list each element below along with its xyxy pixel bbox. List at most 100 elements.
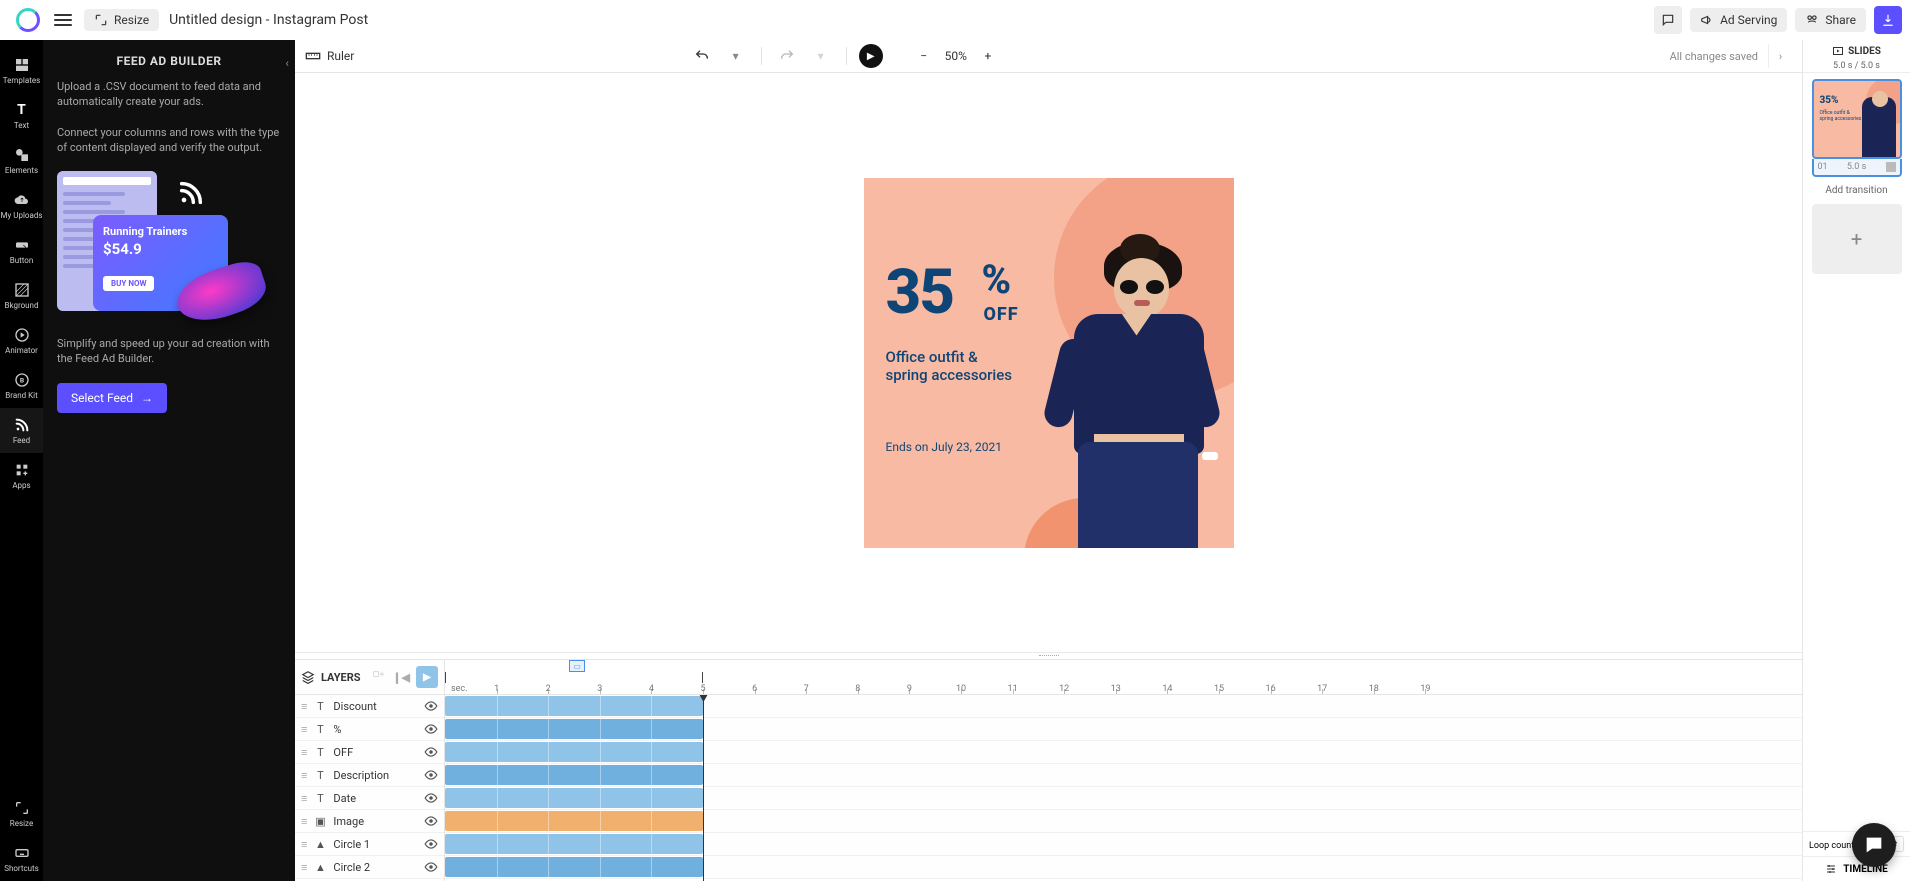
clip[interactable] — [445, 834, 703, 854]
timeline-ruler[interactable]: ▭ sec.12345678910111213141516171819 — [445, 660, 1802, 695]
tracks-area[interactable] — [445, 695, 1802, 881]
track-row[interactable] — [445, 741, 1802, 764]
visibility-toggle[interactable] — [424, 860, 438, 874]
description-text[interactable]: Office outfit & spring accessories — [886, 348, 1012, 386]
artboard[interactable]: 35 % OFF Office outfit & spring accessor… — [864, 178, 1234, 548]
nav-uploads[interactable]: My Uploads — [0, 183, 43, 228]
slide-thumb-1[interactable]: 35% Office outfit &spring accessories — [1812, 79, 1902, 159]
slide-lock-icon[interactable] — [1886, 162, 1896, 172]
nav-resize[interactable]: Resize — [0, 791, 43, 836]
play-button[interactable]: ▶ — [859, 44, 883, 68]
visibility-toggle[interactable] — [424, 791, 438, 805]
share-button[interactable]: Share — [1795, 8, 1866, 32]
app-logo[interactable] — [16, 8, 40, 32]
track-row[interactable] — [445, 787, 1802, 810]
track-row[interactable] — [445, 856, 1802, 879]
nav-templates[interactable]: Templates — [0, 48, 43, 93]
drag-handle-icon[interactable]: ≡ — [301, 792, 307, 805]
ruler-tick: 8 — [855, 684, 860, 694]
layer-row[interactable]: ≡TDescription — [295, 764, 444, 787]
nav-text[interactable]: T Text — [0, 93, 43, 138]
expand-canvas-button[interactable]: › — [1768, 44, 1792, 68]
drag-handle-icon[interactable]: ≡ — [301, 723, 307, 736]
nav-button[interactable]: Button — [0, 228, 43, 273]
redo-menu[interactable]: ▾ — [808, 43, 834, 69]
ruler-toggle[interactable]: Ruler — [305, 48, 354, 64]
redo-button[interactable] — [774, 43, 800, 69]
visibility-toggle[interactable] — [424, 722, 438, 736]
undo-menu[interactable]: ▾ — [723, 43, 749, 69]
document-title[interactable]: Untitled design - Instagram Post — [169, 12, 368, 28]
ad-serving-button[interactable]: Ad Serving — [1690, 8, 1787, 32]
layer-row[interactable]: ≡▲Circle 2 — [295, 856, 444, 879]
nav-feed[interactable]: Feed — [0, 408, 43, 453]
clip[interactable] — [445, 742, 703, 762]
button-icon — [13, 236, 31, 254]
zoom-value[interactable]: 50% — [945, 49, 967, 63]
track-row[interactable] — [445, 810, 1802, 833]
zoom-out-button[interactable]: − — [911, 43, 937, 69]
visibility-toggle[interactable] — [424, 768, 438, 782]
drag-handle-icon[interactable]: ≡ — [301, 769, 307, 782]
clip[interactable] — [445, 857, 703, 877]
add-transition-button[interactable]: Add transition — [1825, 185, 1887, 196]
nav-elements[interactable]: Elements — [0, 138, 43, 183]
layer-row[interactable]: ≡▣Image — [295, 810, 444, 833]
visibility-toggle[interactable] — [424, 699, 438, 713]
discount-text[interactable]: 35 — [886, 268, 954, 319]
date-text[interactable]: Ends on July 23, 2021 — [886, 440, 1002, 454]
layer-row[interactable]: ≡▲Circle 1 — [295, 833, 444, 856]
nav-bkground[interactable]: Bkground — [0, 273, 43, 318]
drag-handle-icon[interactable]: ≡ — [301, 838, 307, 851]
add-slide-button[interactable]: + — [1812, 204, 1902, 274]
timeline-toggle[interactable]: TIMELINE — [1803, 856, 1910, 881]
track-row[interactable] — [445, 833, 1802, 856]
nav-animator[interactable]: Animator — [0, 318, 43, 363]
clip[interactable] — [445, 788, 703, 808]
visibility-toggle[interactable] — [424, 745, 438, 759]
add-layer-button[interactable] — [372, 670, 386, 684]
zoom-in-button[interactable]: + — [975, 43, 1001, 69]
keyboard-icon — [13, 844, 31, 862]
nav-shortcuts[interactable]: Shortcuts — [0, 836, 43, 881]
track-row[interactable] — [445, 718, 1802, 741]
collapse-panel-icon[interactable]: ‹ — [285, 56, 289, 70]
clip[interactable] — [445, 719, 703, 739]
track-row[interactable] — [445, 764, 1802, 787]
chat-bubble-button[interactable] — [1852, 823, 1896, 867]
select-feed-button[interactable]: Select Feed → — [57, 383, 167, 413]
undo-button[interactable] — [689, 43, 715, 69]
model-image[interactable] — [1034, 228, 1224, 548]
layer-row[interactable]: ≡TOFF — [295, 741, 444, 764]
visibility-toggle[interactable] — [424, 814, 438, 828]
drag-handle-icon[interactable]: ≡ — [301, 861, 307, 874]
timeline-play-button[interactable]: ▶ — [416, 666, 438, 688]
track-row[interactable] — [445, 695, 1802, 718]
layer-row[interactable]: ≡TDiscount — [295, 695, 444, 718]
playhead[interactable] — [703, 695, 704, 881]
nav-apps[interactable]: Apps — [0, 453, 43, 498]
off-text[interactable]: OFF — [984, 304, 1019, 325]
layer-row[interactable]: ≡TDate — [295, 787, 444, 810]
resize-button[interactable]: Resize — [84, 9, 159, 31]
clip[interactable] — [445, 696, 703, 716]
prev-keyframe-button[interactable]: ❙◀ — [392, 671, 410, 684]
hamburger-icon[interactable] — [54, 11, 72, 29]
download-button[interactable] — [1874, 6, 1902, 34]
canvas-stage[interactable]: 35 % OFF Office outfit & spring accessor… — [295, 73, 1802, 652]
layer-row[interactable]: ≡T% — [295, 718, 444, 741]
clip[interactable] — [445, 811, 703, 831]
sliders-icon — [1825, 863, 1837, 875]
thumb-pct: 35% — [1820, 95, 1839, 106]
clip[interactable] — [445, 765, 703, 785]
ruler-tick: 10 — [956, 684, 966, 694]
drag-handle-icon[interactable]: ≡ — [301, 815, 307, 828]
comments-button[interactable] — [1654, 6, 1682, 34]
drag-handle-icon[interactable]: ≡ — [301, 746, 307, 759]
nav-brandkit[interactable]: B Brand Kit — [0, 363, 43, 408]
visibility-toggle[interactable] — [424, 837, 438, 851]
ruler-tick: 4 — [649, 684, 654, 694]
drag-handle-icon[interactable]: ≡ — [301, 700, 307, 713]
stage-splitter[interactable] — [295, 652, 1802, 659]
percent-text[interactable]: % — [982, 262, 1012, 298]
